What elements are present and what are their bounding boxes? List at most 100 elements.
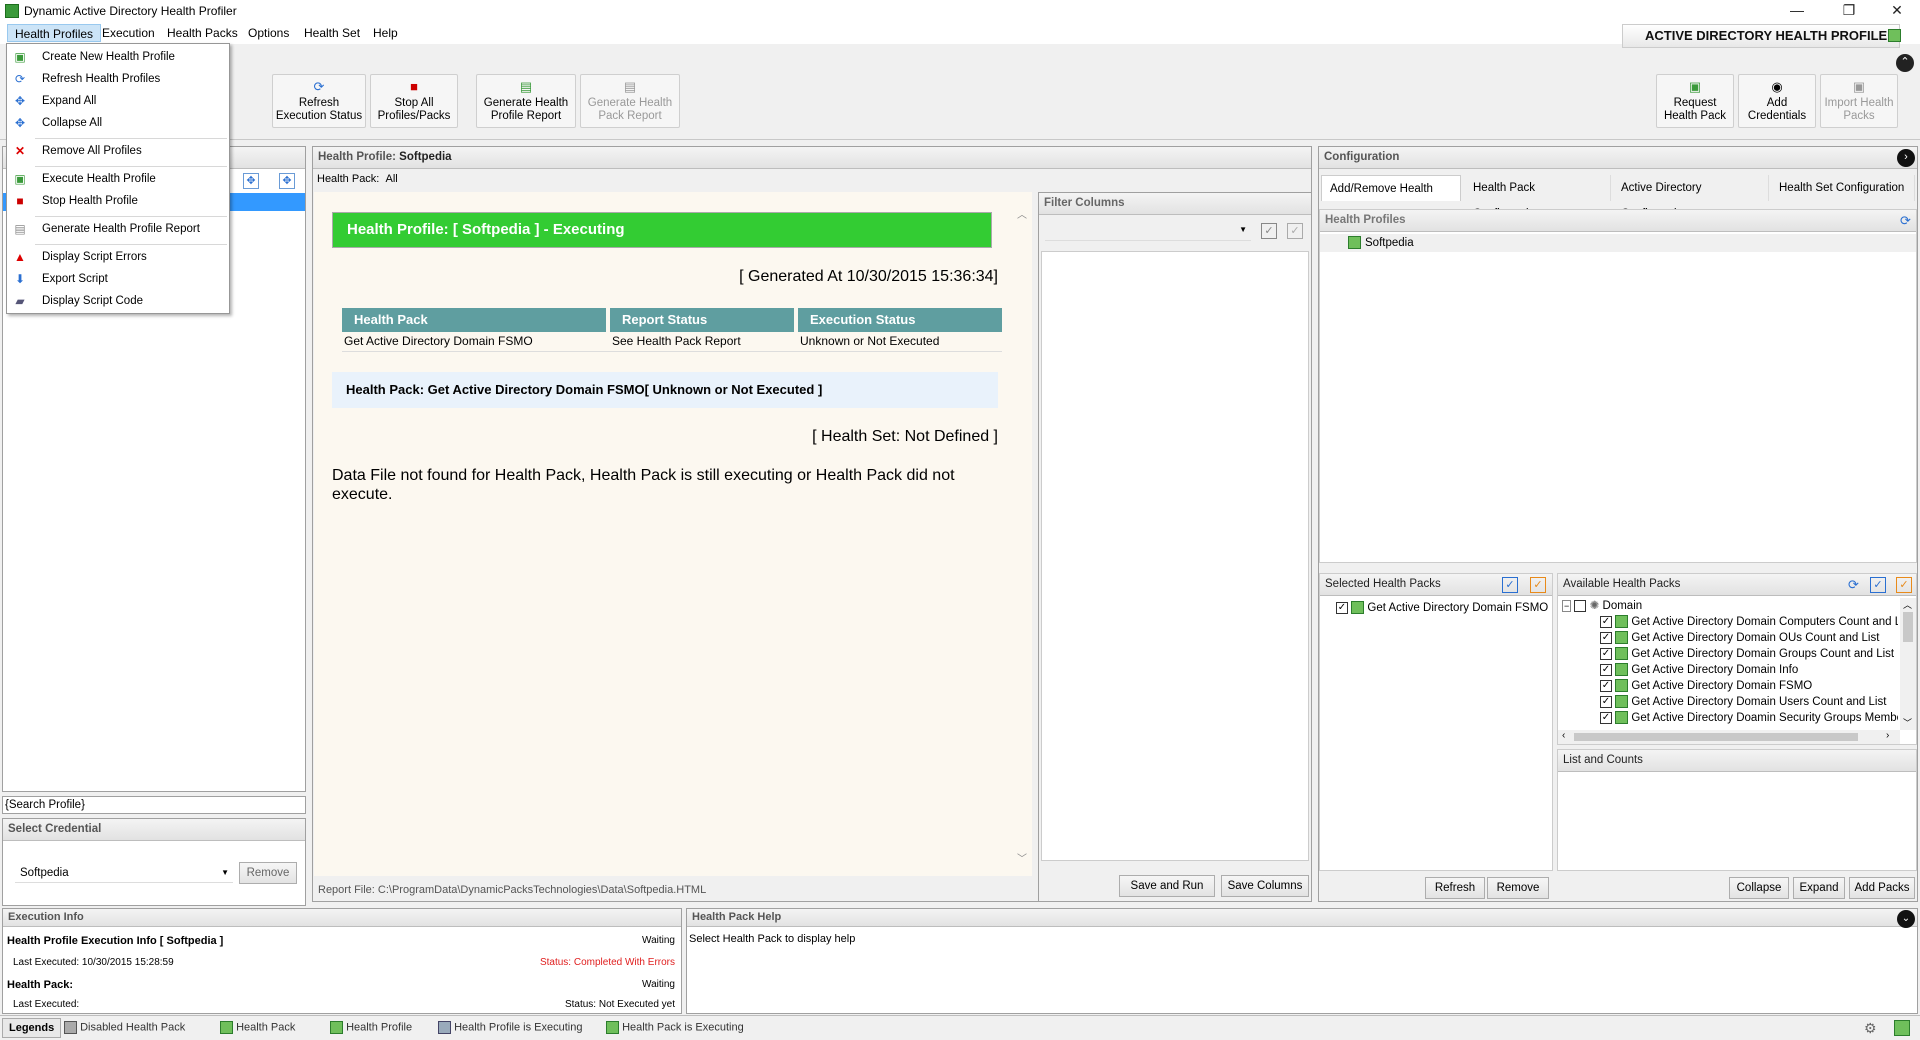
menu-stop-profile[interactable]: ■ Stop Health Profile (7, 191, 229, 211)
menu-execute-profile[interactable]: ▣ Execute Health Profile (7, 169, 229, 189)
available-vscrollbar[interactable]: ︿ ﹀ (1900, 598, 1916, 730)
refresh-label: Refresh Execution Status (275, 97, 363, 122)
collapse-config-icon[interactable]: › (1897, 149, 1915, 167)
available-pack-item[interactable]: ✓ Get Active Directory Domain Users Coun… (1562, 694, 1898, 710)
table-cell[interactable]: See Health Pack Report (612, 334, 741, 348)
menu-collapse-all[interactable]: ✥ Collapse All (7, 113, 229, 133)
add-packs-button[interactable]: Add Packs (1849, 877, 1915, 899)
save-columns-button[interactable]: Save Columns (1221, 875, 1309, 897)
checkbox[interactable]: ✓ (1600, 711, 1612, 724)
tab-health-set-configuration[interactable]: Health Set Configuration (1771, 175, 1915, 201)
filter-header: Filter Columns (1039, 193, 1311, 215)
scroll-down-icon[interactable]: ﹀ (1903, 716, 1912, 729)
tree-root-domain[interactable]: − ✺ Domain (1562, 598, 1898, 614)
checkbox[interactable]: ✓ (1600, 663, 1612, 676)
refresh-icon[interactable]: ⟳ (1900, 213, 1911, 229)
collapse-all-icon[interactable]: ✥ (279, 173, 295, 189)
minimize-icon[interactable]: — (1774, 0, 1820, 22)
check-all-icon[interactable]: ✓ (1261, 223, 1277, 239)
checkbox[interactable] (1574, 599, 1587, 612)
save-and-run-button[interactable]: Save and Run (1119, 875, 1215, 897)
menu-export-script[interactable]: ⬇ Export Script (7, 269, 229, 289)
list-counts-header: List and Counts (1558, 750, 1916, 772)
check-all-icon[interactable]: ✓ (1870, 577, 1886, 593)
checkbox[interactable]: ✓ (1600, 679, 1612, 692)
scroll-up-icon[interactable]: ︿ (1903, 598, 1912, 611)
remove-button[interactable]: Remove (1487, 877, 1549, 899)
legends-label: Legends (2, 1018, 62, 1038)
brand-banner: ACTIVE DIRECTORY HEALTH PROFILER (1622, 24, 1900, 48)
menu-execution[interactable]: Execution (95, 24, 162, 42)
available-pack-item[interactable]: ✓ Get Active Directory Domain FSMO (1562, 678, 1898, 694)
close-icon[interactable]: ✕ (1874, 0, 1920, 22)
available-pack-item[interactable]: ✓ Get Active Directory Domain OUs Count … (1562, 630, 1898, 646)
remove-icon: ✕ (14, 144, 26, 158)
profile-list-item[interactable]: Softpedia (1320, 234, 1916, 252)
scroll-thumb[interactable] (1574, 733, 1858, 741)
menu-expand-all[interactable]: ✥ Expand All (7, 91, 229, 111)
menu-health-set[interactable]: Health Set (297, 24, 367, 42)
scroll-up-icon[interactable]: ︿ (1017, 206, 1027, 221)
menu-remove-all-profiles[interactable]: ✕ Remove All Profiles (7, 141, 229, 161)
checkbox[interactable]: ✓ (1600, 695, 1612, 708)
collapse-node-icon[interactable]: − (1562, 600, 1572, 612)
refresh-execution-status-button[interactable]: ⟳ Refresh Execution Status (272, 74, 366, 128)
expand-all-icon[interactable]: ✥ (243, 173, 259, 189)
remove-credential-button[interactable]: Remove (239, 862, 297, 884)
menu-display-errors[interactable]: ▲ Display Script Errors (7, 247, 229, 267)
scroll-thumb[interactable] (1903, 612, 1913, 642)
settings-gear-icon[interactable]: ⚙ (1864, 1020, 1877, 1037)
available-pack-label: Get Active Directory Domain Users Count … (1631, 696, 1887, 708)
refresh-button[interactable]: Refresh (1425, 877, 1485, 899)
menu-display-code[interactable]: ▰ Display Script Code (7, 291, 229, 311)
request-health-pack-button[interactable]: ▣ Request Health Pack (1656, 74, 1734, 128)
checkbox[interactable]: ✓ (1600, 631, 1612, 644)
tab-pack-configuration[interactable]: Health Pack Configuration (1465, 175, 1611, 220)
checkbox[interactable]: ✓ (1336, 601, 1348, 614)
credential-select[interactable]: Softpedia ▼ (15, 863, 233, 883)
available-pack-item[interactable]: ✓ Get Active Directory Domain Groups Cou… (1562, 646, 1898, 662)
available-pack-item[interactable]: ✓ Get Active Directory Domain Computers … (1562, 614, 1898, 630)
menu-help[interactable]: Help (366, 24, 405, 42)
uncheck-all-icon[interactable]: ✓ (1287, 223, 1303, 239)
menu-generate-report[interactable]: ▤ Generate Health Profile Report (7, 219, 229, 239)
available-pack-item[interactable]: ✓ Get Active Directory Doamin Security G… (1562, 710, 1898, 726)
tab-add-remove-packs[interactable]: Add/Remove Health Packs (1321, 175, 1461, 221)
collapse-help-icon[interactable]: ⌄ (1897, 910, 1915, 928)
menu-health-profiles[interactable]: Health Profiles (7, 24, 102, 42)
menu-health-packs[interactable]: Health Packs (160, 24, 245, 42)
menu-options[interactable]: Options (241, 24, 296, 42)
generate-profile-report-button[interactable]: ▤ Generate Health Profile Report (476, 74, 576, 128)
scroll-down-icon[interactable]: ﹀ (1017, 850, 1027, 865)
refresh-icon[interactable]: ⟳ (1848, 577, 1859, 593)
check-all-icon[interactable]: ✓ (1502, 577, 1518, 593)
add-credentials-button[interactable]: ◉ Add Credentials (1738, 74, 1816, 128)
report-scrollbar[interactable]: ︿ ﹀ (1012, 192, 1032, 876)
scroll-left-icon[interactable]: ‹ (1562, 730, 1565, 741)
legend-health-pack: Health Pack (220, 1021, 295, 1034)
selected-pack-item[interactable]: ✓ Get Active Directory Domain FSMO (1336, 600, 1548, 616)
collapse-toolbar-icon[interactable]: ⌃ (1896, 54, 1914, 72)
chevron-down-icon: ▼ (1239, 225, 1247, 234)
import-health-packs-button[interactable]: ▣ Import Health Packs (1820, 74, 1898, 128)
available-pack-item[interactable]: ✓ Get Active Directory Domain Info (1562, 662, 1898, 678)
checkbox[interactable]: ✓ (1600, 647, 1612, 660)
health-pack-filter: Health Pack: All (317, 173, 398, 185)
checkbox[interactable]: ✓ (1600, 615, 1612, 628)
scroll-right-icon[interactable]: › (1886, 730, 1889, 741)
uncheck-all-icon[interactable]: ✓ (1530, 577, 1546, 593)
uncheck-all-icon[interactable]: ✓ (1896, 577, 1912, 593)
configuration-panel: Configuration › Add/Remove Health Packs … (1318, 146, 1918, 902)
menu-create-profile[interactable]: ▣ Create New Health Profile (7, 47, 229, 67)
restore-icon[interactable]: ❐ (1826, 0, 1872, 22)
available-hscrollbar[interactable]: ‹ › (1558, 730, 1900, 744)
search-profile-input[interactable]: {Search Profile} (2, 796, 306, 814)
collapse-button[interactable]: Collapse (1729, 877, 1789, 899)
table-cell[interactable]: Get Active Directory Domain FSMO (344, 334, 533, 348)
tab-ad-configuration[interactable]: Active Directory Configuration (1613, 175, 1769, 220)
generate-pack-report-button[interactable]: ▤ Generate Health Pack Report (580, 74, 680, 128)
menu-refresh-profiles[interactable]: ⟳ Refresh Health Profiles (7, 69, 229, 89)
stop-all-button[interactable]: ■ Stop All Profiles/Packs (370, 74, 458, 128)
expand-button[interactable]: Expand (1793, 877, 1845, 899)
filter-column-select[interactable]: ▼ (1045, 223, 1251, 241)
